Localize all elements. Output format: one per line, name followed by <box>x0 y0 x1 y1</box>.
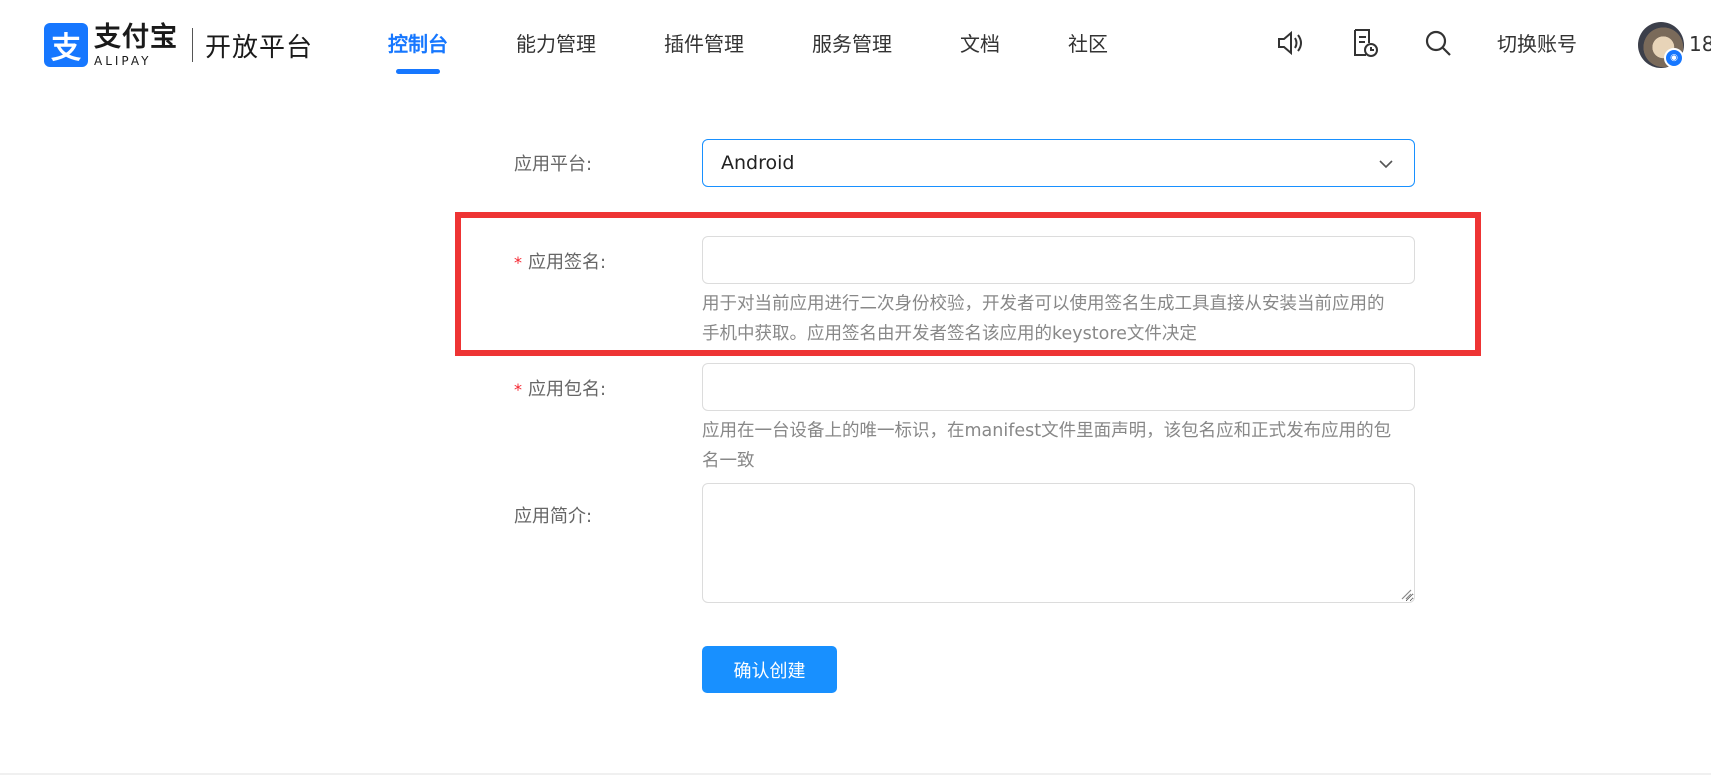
nav-item-docs[interactable]: 文档 <box>960 0 1000 88</box>
platform-title: 开放平台 <box>205 32 314 63</box>
nav-item-services[interactable]: 服务管理 <box>812 0 892 88</box>
nav-item-capability[interactable]: 能力管理 <box>516 0 596 88</box>
logo-en-text: ALIPAY <box>94 53 152 68</box>
logo-cn-text: 支付宝 <box>94 21 178 53</box>
highlight-annotation-box <box>455 212 1481 356</box>
switch-account-link[interactable]: 切换账号 <box>1497 0 1577 88</box>
package-label: * 应用包名: <box>514 375 606 401</box>
main-nav: 控制台 能力管理 插件管理 服务管理 文档 社区 <box>388 0 1176 88</box>
confirm-create-button[interactable]: 确认创建 <box>702 646 837 693</box>
verified-badge-icon: ◉ <box>1664 48 1684 68</box>
platform-label: 应用平台: <box>514 154 593 175</box>
package-help-line-2: 名一致 <box>702 451 755 471</box>
logo-divider <box>192 28 193 62</box>
package-label-text: 应用包名: <box>528 379 607 400</box>
user-name-partial[interactable]: 18 <box>1689 0 1711 88</box>
platform-select-value: Android <box>721 152 795 174</box>
package-help: 应用在一台设备上的唯一标识，在manifest文件里面声明，该包名应和正式发布应… <box>702 416 1422 476</box>
intro-label: 应用简介: <box>514 506 593 527</box>
platform-select[interactable]: Android <box>702 139 1415 187</box>
nav-item-console[interactable]: 控制台 <box>388 0 448 88</box>
nav-item-community[interactable]: 社区 <box>1068 0 1108 88</box>
required-mark: * <box>514 380 522 399</box>
package-help-line-1: 应用在一台设备上的唯一标识，在manifest文件里面声明，该包名应和正式发布应… <box>702 421 1392 441</box>
nav-item-plugins[interactable]: 插件管理 <box>664 0 744 88</box>
active-nav-underline <box>396 69 440 74</box>
nav-item-label: 控制台 <box>388 32 448 56</box>
top-bar: 支 支付宝 ALIPAY 开放平台 控制台 能力管理 插件管理 服务管理 文档 … <box>0 0 1711 88</box>
logo-text: 支付宝 ALIPAY <box>94 24 178 67</box>
alipay-logo[interactable]: 支 支付宝 ALIPAY 开放平台 <box>44 23 313 67</box>
speaker-icon[interactable] <box>1273 26 1307 60</box>
search-icon[interactable] <box>1421 26 1455 60</box>
history-doc-icon[interactable] <box>1347 26 1381 60</box>
chevron-down-icon <box>1379 160 1393 169</box>
package-name-input[interactable] <box>702 363 1415 411</box>
intro-textarea[interactable] <box>702 483 1415 603</box>
resize-grip-icon[interactable] <box>1400 588 1412 600</box>
alipay-logo-mark: 支 <box>44 23 88 67</box>
